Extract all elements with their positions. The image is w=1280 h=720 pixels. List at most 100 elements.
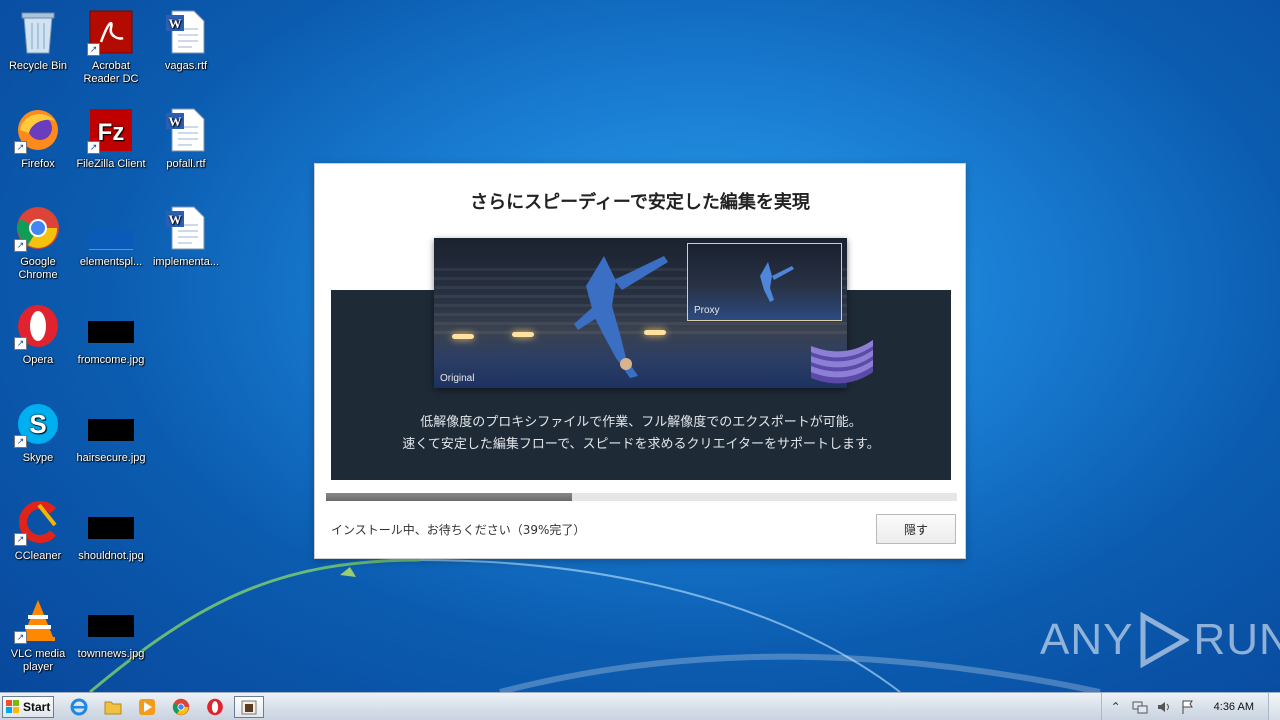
network-icon[interactable] <box>1132 699 1148 715</box>
explorer-icon <box>104 701 122 715</box>
desktop-icon-vlc[interactable]: ↗ VLC media player <box>0 596 76 674</box>
shortcut-arrow-icon: ↗ <box>14 533 27 546</box>
desktop-icon-label: implementa... <box>152 256 220 268</box>
desktop-icon-label: Opera <box>22 354 54 366</box>
svg-text:S: S <box>29 409 46 439</box>
install-progress-bar <box>326 493 957 501</box>
image-thumb-icon <box>87 400 135 448</box>
chrome-icon: ↗ <box>14 204 62 252</box>
installer-icon <box>241 700 257 715</box>
taskbar: Start ⌃ 4:36 AM <box>0 692 1280 720</box>
desktop-icon-fromcome[interactable]: fromcome.jpg <box>73 302 149 367</box>
anyrun-watermark: ANY RUN <box>1040 612 1280 668</box>
desktop-icon-elementspl[interactable]: elementspl... <box>73 204 149 269</box>
install-progress-fill <box>326 493 573 501</box>
desktop-icon-label: shouldnot.jpg <box>78 550 144 562</box>
shortcut-arrow-icon: ↗ <box>14 337 27 350</box>
desktop-icon-label: fromcome.jpg <box>77 354 145 366</box>
desktop-icon-label: CCleaner <box>14 550 62 562</box>
shortcut-arrow-icon: ↗ <box>14 435 27 448</box>
taskbar-explorer[interactable] <box>98 696 128 718</box>
film-stack-icon <box>811 340 873 384</box>
image-thumb-icon <box>87 498 135 546</box>
taskbar-chrome[interactable] <box>166 696 196 718</box>
desktop-icon-label: Recycle Bin <box>8 60 68 72</box>
desktop-icon-label: Firefox <box>21 158 55 170</box>
hide-button[interactable]: 隠す <box>876 514 956 544</box>
blank-file-icon <box>87 204 135 252</box>
action-center-flag-icon[interactable] <box>1180 699 1196 715</box>
shortcut-arrow-icon: ↗ <box>87 43 100 56</box>
desktop-icon-hairsecure[interactable]: hairsecure.jpg <box>73 400 149 465</box>
show-hidden-icons[interactable]: ⌃ <box>1108 699 1124 715</box>
proxy-label: Proxy <box>694 305 720 316</box>
desktop-icon-pofall[interactable]: W pofall.rtf <box>148 106 224 171</box>
taskbar-clock[interactable]: 4:36 AM <box>1214 701 1254 713</box>
shortcut-arrow-icon: ↗ <box>14 631 27 644</box>
shortcut-arrow-icon: ↗ <box>14 141 27 154</box>
desktop-icon-acrobat[interactable]: ↗ Acrobat Reader DC <box>73 8 149 86</box>
installer-title: さらにスピーディーで安定した編集を実現 <box>470 192 810 213</box>
start-button[interactable]: Start <box>2 696 54 718</box>
desktop-icon-label: Google Chrome <box>18 256 58 281</box>
desktop-icon-implementa[interactable]: W implementa... <box>148 204 224 269</box>
desktop-icon-label: FileZilla Client <box>76 158 146 170</box>
taskbar-media-player[interactable] <box>132 696 162 718</box>
description-line-2: 速くて安定した編集フローで、スピードを求めるクリエイターをサポートします。 <box>402 437 880 452</box>
recycle-bin-icon <box>14 8 62 56</box>
volume-icon[interactable] <box>1156 699 1172 715</box>
ccleaner-icon: ↗ <box>14 498 62 546</box>
vlc-icon: ↗ <box>14 596 62 644</box>
desktop-icon-chrome[interactable]: ↗ Google Chrome <box>0 204 76 282</box>
desktop-icon-label: elementspl... <box>79 256 143 268</box>
desktop-icon-townnews[interactable]: townnews.jpg <box>73 596 149 661</box>
install-status: インストール中、お待ちください（39%完了） <box>331 523 586 537</box>
desktop-icon-ccleaner[interactable]: ↗ CCleaner <box>0 498 76 563</box>
desktop-icon-shouldnot[interactable]: shouldnot.jpg <box>73 498 149 563</box>
shortcut-arrow-icon: ↗ <box>14 239 27 252</box>
acrobat-icon: ↗ <box>87 8 135 56</box>
show-desktop-button[interactable] <box>1268 693 1280 720</box>
word-doc-icon: W <box>162 204 210 252</box>
desktop-icon-label: Acrobat Reader DC <box>83 60 139 85</box>
svg-text:W: W <box>169 212 182 227</box>
description-line-1: 低解像度のプロキシファイルで作業、フル解像度でのエクスポートが可能。 <box>420 415 862 430</box>
start-label: Start <box>23 700 51 714</box>
taskbar-ie[interactable] <box>64 696 94 718</box>
play-logo-icon <box>1140 612 1190 668</box>
proxy-preview: Proxy <box>687 243 842 321</box>
windows-logo-icon <box>6 700 19 713</box>
desktop-icon-label: hairsecure.jpg <box>76 452 146 464</box>
desktop-icon-skype[interactable]: S ↗ Skype <box>0 400 76 465</box>
word-doc-icon: W <box>162 8 210 56</box>
opera-icon <box>207 698 223 716</box>
ie-icon <box>70 698 88 716</box>
desktop-icon-vagas[interactable]: W vagas.rtf <box>148 8 224 73</box>
desktop-icon-label: townnews.jpg <box>77 648 145 660</box>
desktop-icon-filezilla[interactable]: Fz ↗ FileZilla Client <box>73 106 149 171</box>
desktop-icon-opera[interactable]: ↗ Opera <box>0 302 76 367</box>
taskbar-opera[interactable] <box>200 696 230 718</box>
desktop-icon-label: VLC media player <box>10 648 66 673</box>
taskbar-installer[interactable] <box>234 696 264 718</box>
svg-text:W: W <box>169 114 182 129</box>
chrome-icon <box>172 698 190 716</box>
desktop-icon-label: pofall.rtf <box>166 158 206 170</box>
firefox-icon: ↗ <box>14 106 62 154</box>
filezilla-icon: Fz ↗ <box>87 106 135 154</box>
feature-image: Proxy Original <box>434 238 847 388</box>
svg-text:Fz: Fz <box>98 119 125 146</box>
system-tray: ⌃ 4:36 AM <box>1100 693 1280 720</box>
opera-icon: ↗ <box>14 302 62 350</box>
image-thumb-icon <box>87 302 135 350</box>
desktop-icon-recycle-bin[interactable]: Recycle Bin <box>0 8 76 73</box>
watermark-text-left: ANY <box>1040 615 1134 664</box>
image-thumb-icon <box>87 596 135 644</box>
desktop-icon-label: vagas.rtf <box>164 60 208 72</box>
skype-icon: S ↗ <box>14 400 62 448</box>
installer-window: さらにスピーディーで安定した編集を実現 Proxy Original 低解像度の… <box>314 163 966 559</box>
desktop-icon-firefox[interactable]: ↗ Firefox <box>0 106 76 171</box>
original-label: Original <box>440 373 475 384</box>
media-player-icon <box>139 699 155 715</box>
svg-text:W: W <box>169 16 182 31</box>
